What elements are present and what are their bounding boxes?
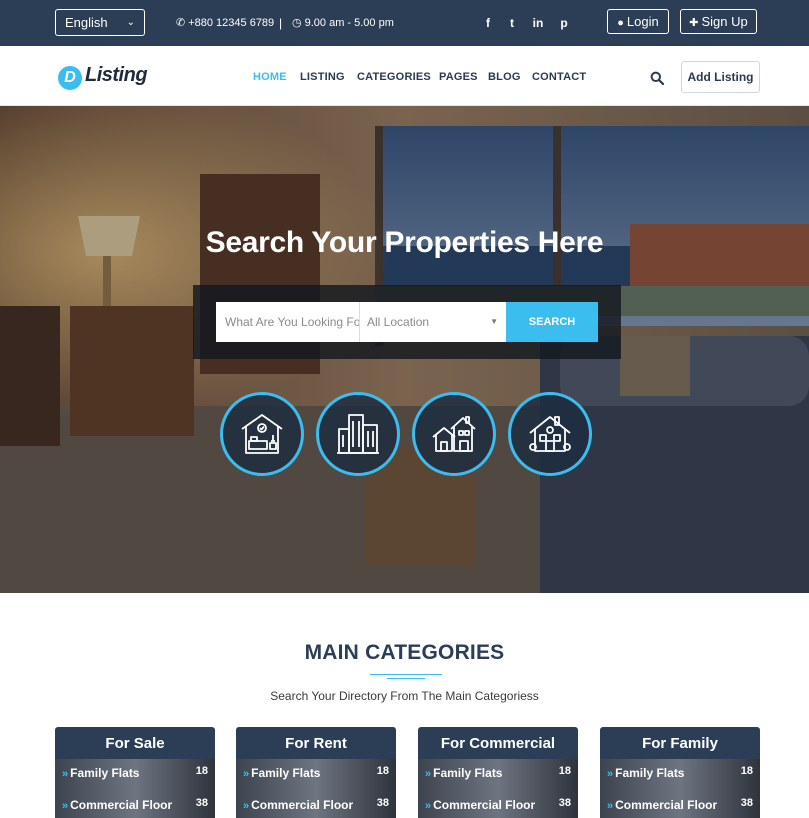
user-icon: ●: [617, 17, 624, 29]
list-item[interactable]: » Family Flats 18: [243, 763, 389, 783]
signup-button[interactable]: ✚ Sign Up: [680, 9, 757, 34]
card-title[interactable]: For Family: [600, 727, 760, 759]
list-item-count: 38: [740, 797, 753, 809]
topbar-separator: |: [279, 16, 283, 30]
login-button[interactable]: ● Login: [607, 9, 669, 34]
list-item[interactable]: » Family Flats 18: [62, 763, 208, 783]
top-bar: English ⌄ ✆ +880 12345 6789 | ◷ 9.00 am - …: [0, 0, 809, 46]
list-item[interactable]: » Commercial Floor 38: [425, 795, 571, 815]
twitter-icon[interactable]: t: [505, 0, 519, 46]
hours-info: ◷ 9.00 am - 5.00 pm: [292, 0, 394, 46]
list-item-count: 38: [195, 797, 208, 809]
double-chevron-icon: »: [607, 800, 614, 812]
double-chevron-icon: »: [607, 768, 614, 780]
bedroom-icon: [241, 414, 283, 454]
category-card-for-rent[interactable]: For Rent » Family Flats 18 » Commercial Fl…: [236, 727, 396, 818]
main-nav: D Listing HOME LISTING CATEGORIES PAGES …: [0, 46, 809, 106]
section-subtitle: Search Your Directory From The Main Cate…: [270, 689, 539, 703]
nav-listing[interactable]: LISTING: [300, 46, 345, 106]
title-underline: [370, 674, 442, 675]
list-item-count: 18: [558, 765, 571, 777]
list-item-label: Family Flats: [615, 766, 685, 780]
list-item-count: 38: [376, 797, 389, 809]
list-item-label: Family Flats: [433, 766, 503, 780]
list-item-count: 18: [740, 765, 753, 777]
double-chevron-icon: »: [243, 768, 250, 780]
pinterest-icon[interactable]: p: [557, 0, 571, 46]
location-value: All Location: [367, 315, 430, 329]
houses-icon: [432, 416, 476, 452]
family-house-category-button[interactable]: [508, 392, 592, 476]
double-chevron-icon: »: [425, 800, 432, 812]
linkedin-icon[interactable]: in: [531, 0, 545, 46]
list-item-count: 18: [195, 765, 208, 777]
list-item-label: Commercial Floor: [251, 798, 354, 812]
logo-icon[interactable]: D: [58, 66, 82, 90]
category-card-for-commercial[interactable]: For Commercial » Family Flats 18 » Commerc…: [418, 727, 578, 818]
list-item[interactable]: » Family Flats 18: [425, 763, 571, 783]
title-underline-short: [387, 678, 425, 679]
language-value: English: [65, 15, 108, 30]
card-title[interactable]: For Sale: [55, 727, 215, 759]
buildings-icon: [337, 414, 379, 454]
family-house-icon: [529, 416, 571, 452]
nav-categories[interactable]: CATEGORIES: [357, 46, 431, 106]
phone-number: +880 12345 6789: [188, 17, 275, 29]
houses-category-button[interactable]: [412, 392, 496, 476]
category-card-for-sale[interactable]: For Sale » Family Flats 18 » Commercial Fl…: [55, 727, 215, 818]
hero-section: Search Your Properties Here All Location…: [0, 106, 809, 593]
card-title[interactable]: For Commercial: [418, 727, 578, 759]
phone-info: ✆ +880 12345 6789: [176, 0, 274, 46]
section-title: MAIN CATEGORIES: [304, 641, 505, 664]
double-chevron-icon: »: [62, 800, 69, 812]
language-select[interactable]: English ⌄: [55, 9, 145, 36]
facebook-icon[interactable]: f: [481, 0, 495, 46]
location-select[interactable]: All Location ▼: [360, 302, 506, 342]
card-title[interactable]: For Rent: [236, 727, 396, 759]
double-chevron-icon: »: [62, 768, 69, 780]
list-item[interactable]: » Commercial Floor 38: [243, 795, 389, 815]
card-image: » Family Flats 18 » Commercial Floor 38: [418, 759, 578, 818]
phone-icon: ✆: [176, 17, 186, 29]
list-item-label: Family Flats: [251, 766, 321, 780]
list-item-label: Family Flats: [70, 766, 140, 780]
card-image: » Family Flats 18 » Commercial Floor 38: [236, 759, 396, 818]
category-card-for-family[interactable]: For Family » Family Flats 18 » Commercial …: [600, 727, 760, 818]
list-item[interactable]: » Family Flats 18: [607, 763, 753, 783]
clock-icon: ◷: [292, 17, 302, 29]
nav-blog[interactable]: BLOG: [488, 46, 521, 106]
list-item-label: Commercial Floor: [615, 798, 718, 812]
double-chevron-icon: »: [425, 768, 432, 780]
chevron-down-icon: ⌄: [126, 17, 135, 28]
list-item-count: 18: [376, 765, 389, 777]
search-button[interactable]: SEARCH: [506, 302, 598, 342]
list-item[interactable]: » Commercial Floor 38: [62, 795, 208, 815]
hero-title: Search Your Properties Here: [205, 226, 604, 259]
search-icon[interactable]: [650, 71, 664, 85]
double-chevron-icon: »: [243, 800, 250, 812]
nav-pages[interactable]: PAGES: [439, 46, 478, 106]
logo-text[interactable]: Listing: [85, 64, 148, 87]
nav-contact[interactable]: CONTACT: [532, 46, 586, 106]
list-item[interactable]: » Commercial Floor 38: [607, 795, 753, 815]
list-item-count: 38: [558, 797, 571, 809]
signup-label: Sign Up: [701, 14, 748, 29]
add-listing-button[interactable]: Add Listing: [681, 61, 760, 93]
search-input[interactable]: [216, 302, 360, 342]
plus-icon: ✚: [689, 17, 699, 29]
buildings-category-button[interactable]: [316, 392, 400, 476]
card-image: » Family Flats 18 » Commercial Floor 38: [55, 759, 215, 818]
list-item-label: Commercial Floor: [70, 798, 173, 812]
caret-down-icon: ▼: [490, 317, 498, 326]
office-hours: 9.00 am - 5.00 pm: [304, 17, 394, 29]
search-panel: All Location ▼ SEARCH: [193, 285, 621, 359]
card-image: » Family Flats 18 » Commercial Floor 38: [600, 759, 760, 818]
list-item-label: Commercial Floor: [433, 798, 536, 812]
bedroom-category-button[interactable]: [220, 392, 304, 476]
nav-home[interactable]: HOME: [253, 46, 287, 106]
login-label: Login: [626, 14, 659, 29]
